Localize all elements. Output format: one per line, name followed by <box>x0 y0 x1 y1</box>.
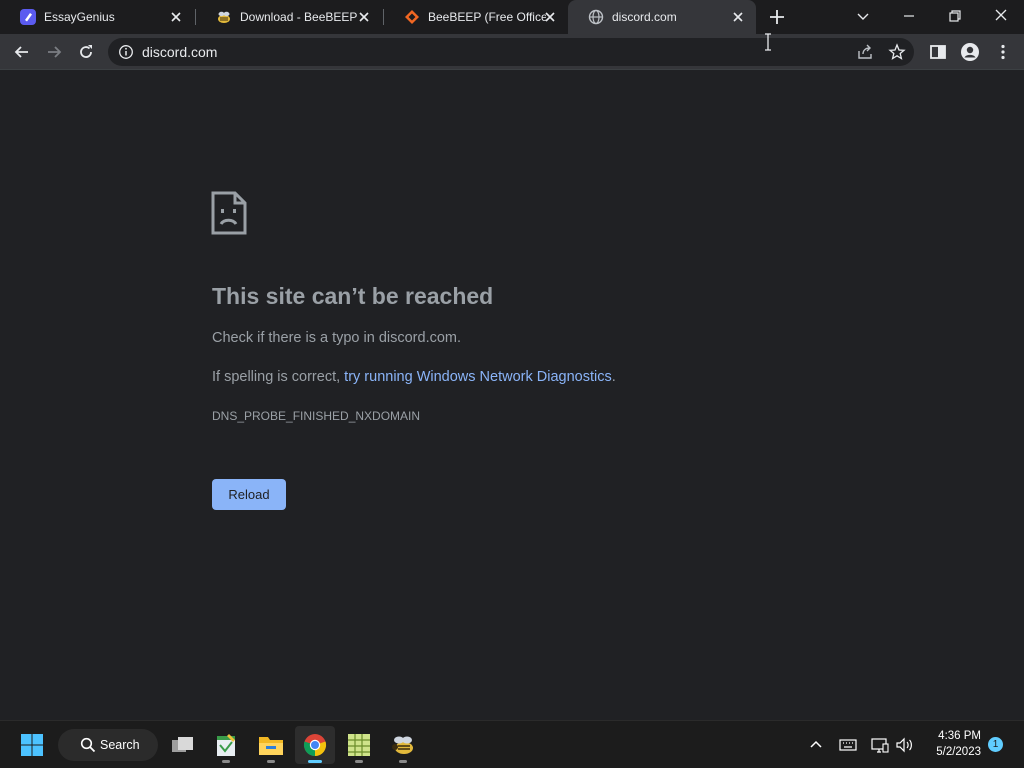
tab-beebeep-sourceforge[interactable]: BeeBEEP (Free Office M <box>384 0 568 34</box>
taskbar-app-spreadsheet[interactable] <box>339 726 379 764</box>
share-icon[interactable] <box>856 43 874 61</box>
taskbar-app-file-explorer[interactable] <box>251 726 291 764</box>
close-tab-icon[interactable] <box>542 9 558 25</box>
side-panel-icon[interactable] <box>928 42 948 62</box>
chrome-icon <box>303 734 327 757</box>
taskbar-app-beebeep[interactable] <box>383 726 423 764</box>
new-tab-icon[interactable] <box>768 8 786 26</box>
reload-button[interactable]: Reload <box>212 479 286 510</box>
url-text: discord.com <box>142 44 218 60</box>
tab-essaygenius[interactable]: EssayGenius <box>0 0 194 34</box>
tab-search-chevron-icon[interactable] <box>853 6 873 26</box>
taskbar-app-chrome[interactable] <box>295 726 335 764</box>
close-tab-icon[interactable] <box>168 9 184 25</box>
diagnostics-suffix: . <box>611 369 616 385</box>
site-info-icon[interactable] <box>118 44 134 60</box>
error-typo-hint: Check if there is a typo in discord.com. <box>212 330 462 346</box>
more-menu-icon[interactable] <box>993 42 1013 62</box>
tab-title: Download - BeeBEEP - <box>240 10 358 24</box>
tab-title: BeeBEEP (Free Office M <box>428 10 546 24</box>
clock-time[interactable]: 4:36 PM <box>925 730 981 742</box>
running-indicator <box>399 760 407 763</box>
search-label: Search <box>100 738 140 752</box>
spreadsheet-icon <box>348 734 370 756</box>
sad-page-icon <box>211 191 247 235</box>
start-button[interactable] <box>12 726 52 764</box>
taskbar-app-editor[interactable] <box>206 726 246 764</box>
search-icon <box>80 737 96 753</box>
active-indicator <box>308 760 322 763</box>
address-bar[interactable]: discord.com <box>108 38 914 66</box>
tab-discord[interactable]: discord.com <box>568 0 756 34</box>
error-diagnostics-hint: If spelling is correct, try running Wind… <box>212 369 616 385</box>
profile-avatar-icon[interactable] <box>960 42 980 62</box>
notification-badge[interactable]: 1 <box>988 737 1003 752</box>
beebeep-app-icon <box>392 736 413 754</box>
sourceforge-icon <box>405 10 419 24</box>
close-tab-icon[interactable] <box>730 9 746 25</box>
essaygenius-icon <box>20 9 36 25</box>
error-code: DNS_PROBE_FINISHED_NXDOMAIN <box>212 409 421 423</box>
network-icon[interactable] <box>870 735 890 755</box>
task-view-icon <box>172 737 193 752</box>
taskbar-search[interactable]: Search <box>58 729 158 761</box>
back-arrow-icon[interactable] <box>12 42 32 62</box>
page-content: This site can’t be reached Check if ther… <box>0 71 1024 720</box>
text-cursor-icon <box>765 33 771 51</box>
volume-icon[interactable] <box>894 735 914 755</box>
beebeep-icon <box>218 11 230 23</box>
browser-toolbar: discord.com <box>0 34 1024 70</box>
running-indicator <box>355 760 363 763</box>
tab-strip: EssayGenius Download - BeeBEEP - BeeBEEP… <box>0 0 1024 34</box>
running-indicator <box>222 760 230 763</box>
clock-date[interactable]: 5/2/2023 <box>925 746 981 758</box>
running-indicator <box>267 760 275 763</box>
minimize-icon[interactable] <box>899 6 919 26</box>
tab-download-beebeep[interactable]: Download - BeeBEEP - <box>196 0 382 34</box>
close-window-icon[interactable] <box>991 6 1011 26</box>
task-view-button[interactable] <box>163 726 203 764</box>
keyboard-icon[interactable] <box>838 735 858 755</box>
windows-logo-icon <box>21 734 43 756</box>
reload-icon[interactable] <box>76 42 96 62</box>
close-tab-icon[interactable] <box>356 9 372 25</box>
bookmark-star-icon[interactable] <box>888 43 906 61</box>
show-hidden-icons-chevron-icon[interactable] <box>806 735 826 755</box>
tab-title: EssayGenius <box>44 10 115 24</box>
notepad-app-icon <box>217 734 235 756</box>
diagnostics-prefix: If spelling is correct, <box>212 369 345 385</box>
windows-taskbar: Search 4:36 PM 5/2/2023 1 <box>0 720 1024 768</box>
browser-window: EssayGenius Download - BeeBEEP - BeeBEEP… <box>0 0 1024 768</box>
error-title: This site can’t be reached <box>212 283 494 309</box>
forward-arrow-icon[interactable] <box>44 42 64 62</box>
network-diagnostics-link[interactable]: try running Windows Network Diagnostics <box>344 369 612 385</box>
tab-title: discord.com <box>612 10 677 24</box>
restore-icon[interactable] <box>945 6 965 26</box>
folder-icon <box>259 737 283 755</box>
globe-icon <box>588 9 604 25</box>
